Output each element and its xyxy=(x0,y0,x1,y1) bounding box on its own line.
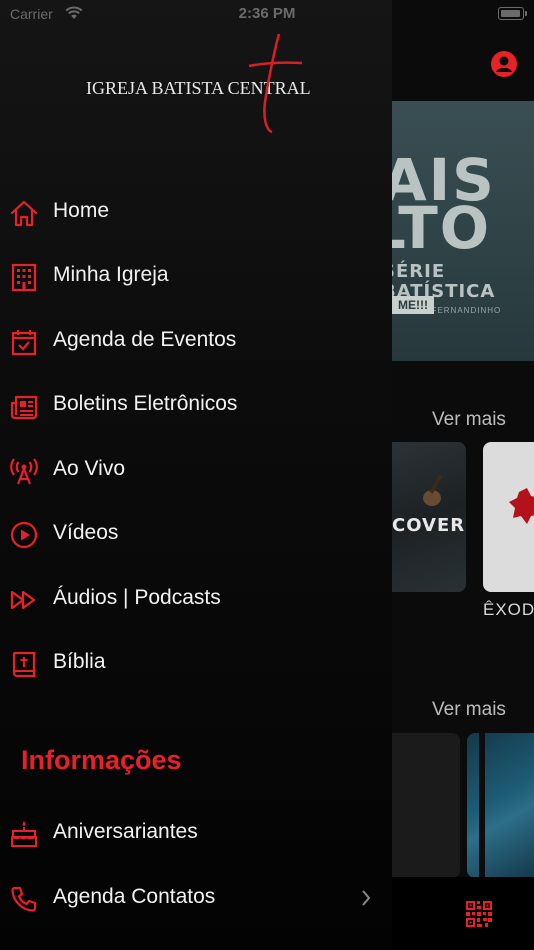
menu-label: Minha Igreja xyxy=(53,263,169,286)
banner-subtitle-line1: SÉRIE xyxy=(392,261,446,282)
home-icon xyxy=(9,198,39,228)
cross-logo-icon xyxy=(248,33,303,134)
card-title: COVER xyxy=(392,515,466,536)
see-more-link[interactable]: Ver mais xyxy=(432,409,506,431)
menu-item-boletins[interactable]: Boletins Eletrônicos xyxy=(0,381,392,431)
menu-item-agenda-contatos[interactable]: Agenda Contatos xyxy=(0,874,392,924)
menu-item-home[interactable]: Home xyxy=(0,188,392,238)
content-card[interactable] xyxy=(483,442,534,592)
section-title-informacoes: Informações xyxy=(21,745,182,775)
menu-item-aniversariantes[interactable]: Aniversariantes xyxy=(0,809,392,859)
menu-label: Boletins Eletrônicos xyxy=(53,392,238,415)
content-card[interactable]: COVER xyxy=(392,442,466,592)
menu-label: Vídeos xyxy=(53,521,119,544)
menu-label: Áudios | Podcasts xyxy=(53,586,221,609)
phone-icon xyxy=(9,884,39,914)
menu-label: Ao Vivo xyxy=(53,457,125,480)
see-more-link[interactable]: Ver mais xyxy=(432,699,506,721)
guitar-icon xyxy=(423,474,443,506)
qr-code-icon[interactable] xyxy=(466,901,492,927)
content-card[interactable] xyxy=(467,733,534,878)
profile-icon[interactable] xyxy=(490,50,518,78)
play-circle-icon xyxy=(9,520,39,550)
menu-item-agenda-eventos[interactable]: Agenda de Eventos xyxy=(0,317,392,367)
menu-label: Agenda Contatos xyxy=(53,885,216,908)
menu-label: Bíblia xyxy=(53,650,106,673)
menu-item-videos[interactable]: Vídeos xyxy=(0,510,392,560)
main-content-behind-drawer: MAIS ALTO SÉRIE BATÍSTICA PR. FERNANDINH… xyxy=(392,0,534,950)
menu-item-ao-vivo[interactable]: Ao Vivo xyxy=(0,446,392,496)
bible-icon xyxy=(9,649,39,679)
card-label: ÊXODO xyxy=(483,600,534,619)
building-icon xyxy=(9,262,39,292)
status-bar: Carrier 2:36 PM xyxy=(0,0,534,28)
menu-label: Aniversariantes xyxy=(53,820,198,843)
featured-banner[interactable]: MAIS ALTO SÉRIE BATÍSTICA PR. FERNANDINH… xyxy=(392,101,534,361)
menu-label: Agenda de Eventos xyxy=(53,328,237,351)
chevron-right-icon xyxy=(362,890,371,906)
content-card[interactable] xyxy=(392,733,460,878)
menu-item-minha-igreja[interactable]: Minha Igreja xyxy=(0,252,392,302)
status-time: 2:36 PM xyxy=(238,5,296,22)
banner-tag: ME!!! xyxy=(392,296,434,314)
menu-item-biblia[interactable]: Bíblia xyxy=(0,639,392,689)
side-drawer: IGREJA BATISTA CENTRAL Home Minha Igreja… xyxy=(0,0,392,950)
banner-title-line2: ALTO xyxy=(392,194,492,262)
fast-forward-icon xyxy=(9,585,39,615)
birthday-cake-icon xyxy=(9,819,39,849)
calendar-check-icon xyxy=(9,327,39,357)
church-logo: IGREJA BATISTA CENTRAL xyxy=(86,32,316,136)
newspaper-icon xyxy=(9,391,39,421)
battery-icon xyxy=(498,7,527,20)
menu-label: Home xyxy=(53,199,110,222)
menu-item-audios-podcasts[interactable]: Áudios | Podcasts xyxy=(0,575,392,625)
broadcast-tower-icon xyxy=(9,456,39,486)
splash-graphic xyxy=(509,488,534,524)
tab-bar xyxy=(392,877,534,950)
